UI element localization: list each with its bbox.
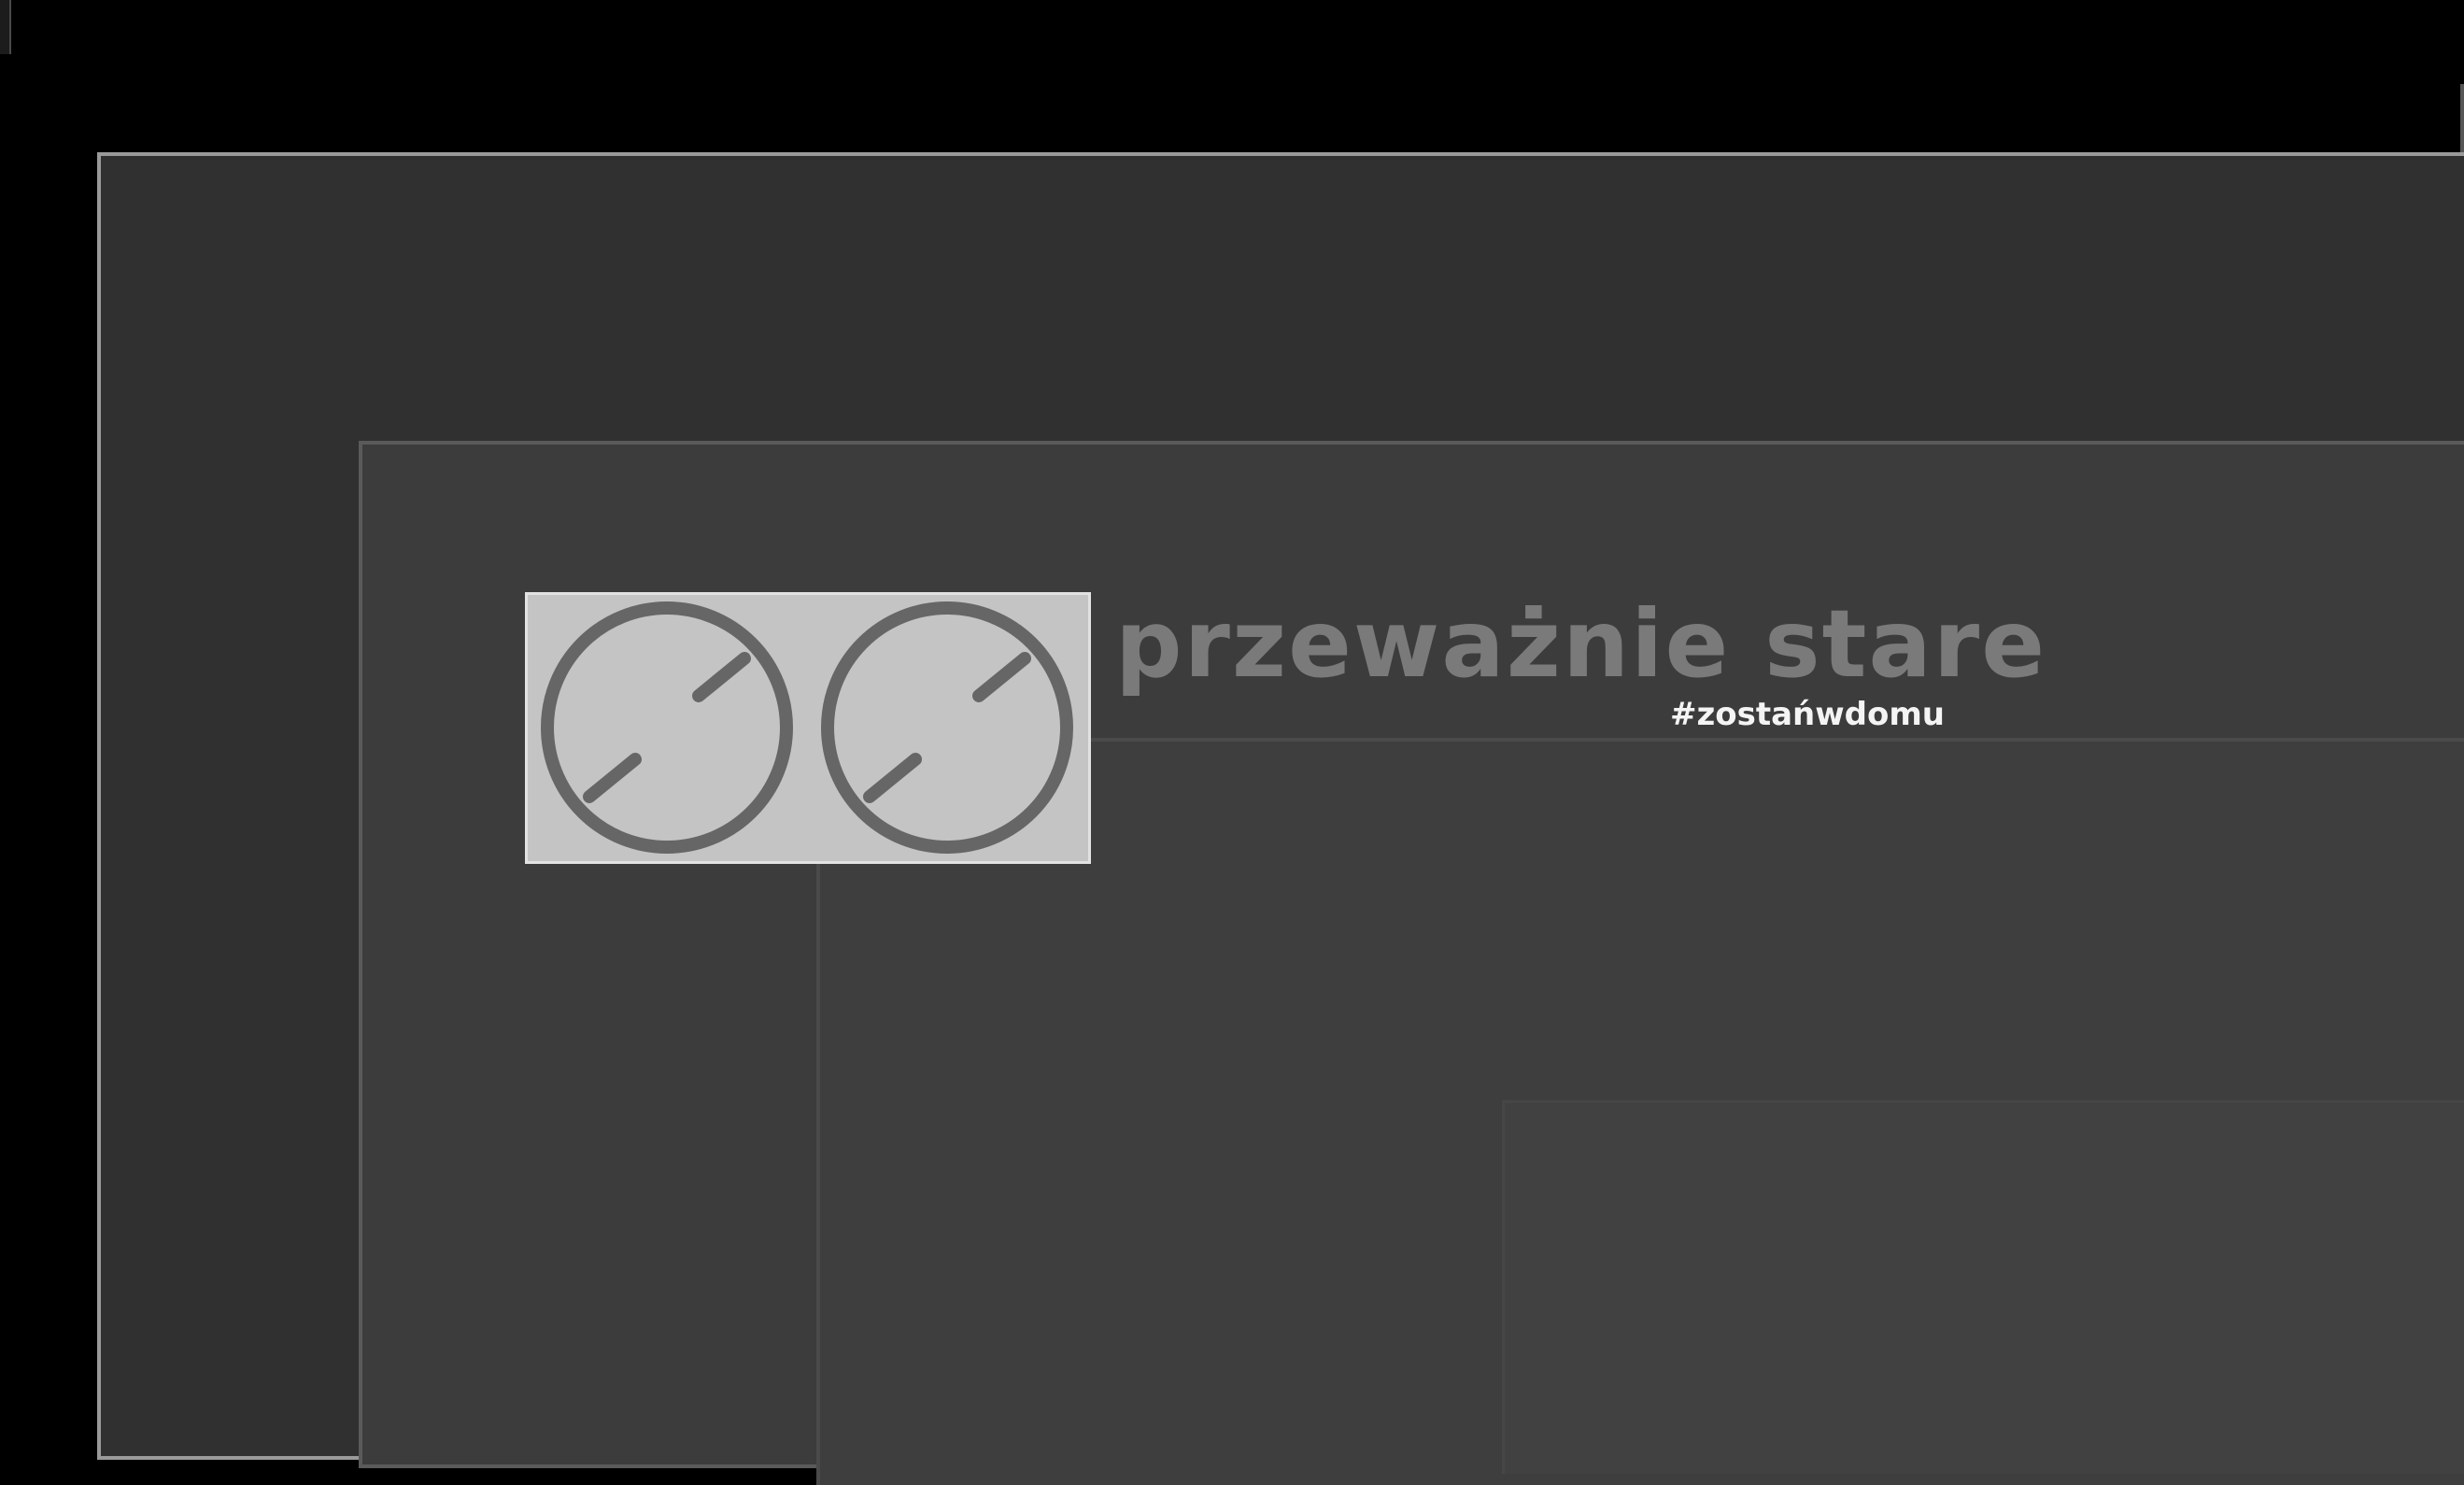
window-corner-edge [0,0,11,54]
sidebar-panel [1502,1100,2464,1474]
tagline-hashtag[interactable]: #zostańwdomu [1670,699,1945,730]
site-logo-link[interactable] [525,592,1091,864]
scrollbar-edge[interactable] [2460,84,2464,159]
site-title[interactable]: przeważnie stare [1115,598,2046,691]
twin-knob-dials-icon [541,601,1073,854]
